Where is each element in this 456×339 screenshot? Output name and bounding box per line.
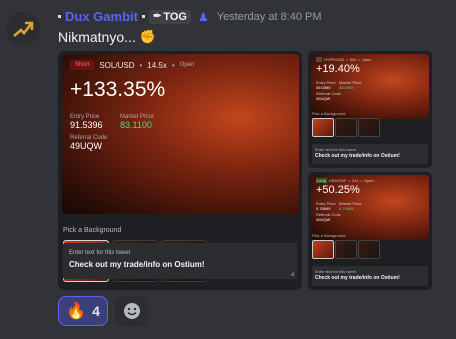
- pick-background-label-usdchf: Pick a Background: [312, 233, 346, 238]
- fist-emoji: ✊: [139, 29, 156, 44]
- trade-preview-image-hype: HYPE/USD • 50x • Open +19.40% Entry Pric…: [311, 54, 429, 119]
- message-content: Nikmatnyo... ✊: [58, 29, 156, 45]
- pnl-percent-hype: +19.40%: [316, 63, 360, 75]
- trade-pair-hype: HYPE/USD: [324, 57, 345, 62]
- trade-status-hype: Open: [361, 57, 372, 62]
- tweet-text-usdchf: Check out my trade/info on Ostium!: [315, 275, 400, 281]
- market-price: Market Price 83.1100: [120, 114, 154, 130]
- referral-code-value: 49UQW: [70, 141, 103, 151]
- tweet-text-box[interactable]: Enter text for this tweet Check out my t…: [63, 243, 297, 279]
- background-option-usdchf-2[interactable]: [335, 240, 357, 259]
- entry-price-value: 91.5396: [70, 120, 103, 130]
- author-username[interactable]: Dux Gambit: [65, 9, 138, 24]
- add-reaction-button[interactable]: [115, 296, 148, 326]
- tweet-text: Check out my trade/info on Ostium!: [69, 260, 205, 269]
- name-suffix-decoration: [141, 15, 145, 18]
- tweet-label-usdchf: Enter text for this tweet: [315, 269, 356, 274]
- trade-status-usdchf: Open: [363, 178, 374, 183]
- message-text: Nikmatnyo...: [58, 29, 136, 45]
- trade-info-row-usdchf: Long USD/CHF • 51x • Open: [316, 178, 374, 183]
- trade-status: Open: [179, 62, 195, 68]
- role-icon[interactable]: ♟: [198, 10, 209, 24]
- reaction-fire[interactable]: 🔥 4: [58, 296, 108, 326]
- side-badge: Short: [70, 60, 95, 70]
- referral-code-value-usdchf: 49UQW: [316, 217, 331, 222]
- tweet-label: Enter text for this tweet: [69, 250, 131, 256]
- arrow-up-icon: [13, 21, 34, 37]
- trade-leverage: 14.5x: [147, 60, 167, 70]
- trade-pair-usdchf: USD/CHF: [328, 178, 347, 183]
- trade-info-row: Short SOL/USD • 14.5x • Open: [70, 60, 194, 70]
- trade-preview-image-usdchf: Long USD/CHF • 51x • Open +50.25% Entry …: [311, 175, 429, 240]
- trade-preview-image: Short SOL/USD • 14.5x • Open +133.35% En…: [62, 54, 299, 214]
- side-badge-hype: [316, 57, 322, 62]
- tweet-text-box-hype[interactable]: Enter text for this tweet Check out my t…: [312, 144, 428, 164]
- trade-info-row-hype: HYPE/USD • 50x • Open: [316, 57, 372, 62]
- trade-share-card-main[interactable]: Short SOL/USD • 14.5x • Open +133.35% En…: [58, 51, 302, 290]
- trade-share-card-usdchf[interactable]: Long USD/CHF • 51x • Open +50.25% Entry …: [308, 172, 432, 290]
- tweet-text-hype: Check out my trade/info on Ostium!: [315, 153, 400, 159]
- side-badge-usdchf: Long: [316, 178, 327, 183]
- market-price-value: 83.1100: [120, 120, 152, 130]
- clan-tag[interactable]: ✒ TOG: [148, 9, 191, 24]
- fire-emoji: 🔥: [66, 303, 87, 320]
- market-price-value-hype: 38.0009: [339, 85, 354, 90]
- referral-code-value-hype: 49UQW: [316, 96, 331, 101]
- market-price-value-usdchf: 0.79465: [339, 206, 354, 211]
- entry-price-value-usdchf: 0.78690: [316, 206, 331, 211]
- entry-price-value-hype: 39.0390: [316, 85, 331, 90]
- background-option-usdchf-1[interactable]: [312, 240, 334, 259]
- clan-tag-label: TOG: [163, 10, 187, 23]
- tweet-label-hype: Enter text for this tweet: [315, 147, 356, 152]
- background-option-hype-1[interactable]: [312, 118, 334, 137]
- timestamp[interactable]: Yesterday at 8:40 PM: [217, 11, 322, 23]
- trade-leverage-hype: 50x: [349, 57, 357, 62]
- trade-leverage-usdchf: 51x: [352, 178, 359, 183]
- trade-pair: SOL/USD: [99, 60, 135, 70]
- name-prefix-decoration: [58, 15, 61, 18]
- trade-share-card-hype[interactable]: HYPE/USD • 50x • Open +19.40% Entry Pric…: [308, 51, 432, 168]
- background-option-hype-2[interactable]: [335, 118, 357, 137]
- resize-handle-icon[interactable]: ◢: [290, 271, 294, 277]
- background-option-hype-3[interactable]: [358, 118, 380, 137]
- message-header: Dux Gambit ✒ TOG ♟ Yesterday at 8:40 PM: [58, 9, 322, 24]
- quill-icon: ✒: [152, 11, 162, 22]
- reaction-count: 4: [92, 303, 100, 319]
- avatar[interactable]: [6, 12, 40, 46]
- pnl-percent: +133.35%: [70, 78, 166, 101]
- pnl-percent-usdchf: +50.25%: [316, 184, 360, 196]
- background-option-usdchf-3[interactable]: [358, 240, 380, 259]
- tweet-text-box-usdchf[interactable]: Enter text for this tweet Check out my t…: [312, 266, 428, 286]
- pick-background-label-hype: Pick a Background: [312, 111, 346, 116]
- referral-code: Referral Code 49UQW: [70, 135, 107, 151]
- entry-price: Entry Price 91.5396: [70, 114, 103, 130]
- smiley-icon: [123, 303, 140, 319]
- pick-background-label: Pick a Background: [63, 227, 122, 234]
